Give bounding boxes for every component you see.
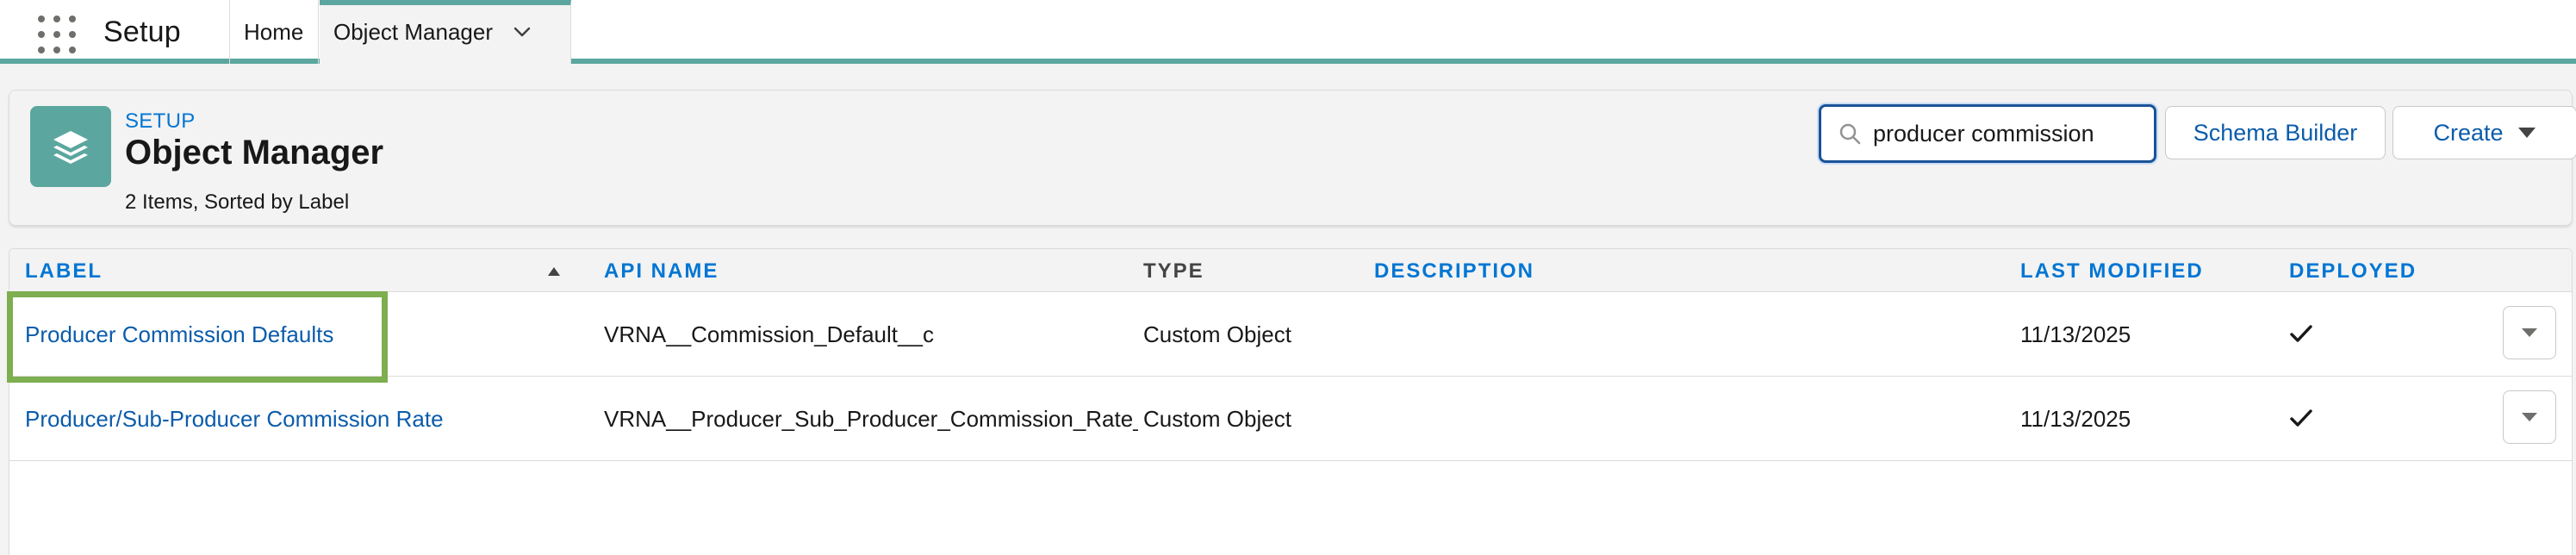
last-modified-cell: 11/13/2025 bbox=[2020, 321, 2131, 347]
table-header: LABEL API NAME TYPE DESCRIPTION LAST MOD… bbox=[9, 249, 2572, 292]
column-header-last-modified[interactable]: LAST MODIFIED bbox=[2020, 259, 2204, 284]
checkmark-icon bbox=[2290, 409, 2312, 427]
object-list-table: LABEL API NAME TYPE DESCRIPTION LAST MOD… bbox=[9, 248, 2573, 555]
type-cell: Custom Object bbox=[1143, 321, 1291, 347]
api-name-cell: VRNA__Producer_Sub_Producer_Commission_R… bbox=[604, 406, 1138, 432]
schema-builder-button[interactable]: Schema Builder bbox=[2165, 106, 2386, 159]
api-name-cell: VRNA__Commission_Default__c bbox=[604, 321, 934, 347]
caret-down-icon bbox=[2522, 413, 2537, 421]
table-row: Producer Commission Defaults VRNA__Commi… bbox=[9, 292, 2572, 377]
app-name: Setup bbox=[103, 16, 181, 48]
column-header-deployed[interactable]: DEPLOYED bbox=[2289, 259, 2417, 284]
column-header-api-name[interactable]: API NAME bbox=[604, 259, 719, 284]
column-header-type[interactable]: TYPE bbox=[1143, 259, 1204, 284]
search-icon bbox=[1839, 123, 1861, 145]
quick-find-search[interactable] bbox=[1819, 104, 2156, 163]
global-nav-bar: Setup Home Object Manager bbox=[0, 0, 2576, 64]
last-modified-cell: 11/13/2025 bbox=[2020, 406, 2131, 432]
table-row: Producer/Sub-Producer Commission Rate VR… bbox=[9, 377, 2572, 461]
caret-down-icon bbox=[2517, 128, 2536, 138]
schema-builder-label: Schema Builder bbox=[2193, 119, 2358, 146]
page-header: SETUP Object Manager 2 Items, Sorted by … bbox=[9, 90, 2576, 226]
app-launcher-icon[interactable] bbox=[38, 16, 76, 53]
layers-icon bbox=[30, 106, 111, 187]
tab-object-manager[interactable]: Object Manager bbox=[320, 0, 571, 64]
page-title: Object Manager bbox=[125, 134, 384, 171]
breadcrumb[interactable]: SETUP bbox=[125, 109, 196, 134]
tab-object-manager-label: Object Manager bbox=[333, 18, 493, 45]
tab-home[interactable]: Home bbox=[229, 0, 319, 64]
object-label-link[interactable]: Producer/Sub-Producer Commission Rate bbox=[25, 406, 444, 433]
chevron-down-icon[interactable] bbox=[512, 22, 532, 42]
tab-home-label: Home bbox=[244, 18, 304, 45]
column-header-description[interactable]: DESCRIPTION bbox=[1374, 259, 1534, 284]
type-cell: Custom Object bbox=[1143, 406, 1291, 432]
sort-ascending-icon[interactable] bbox=[547, 266, 561, 277]
object-label-link[interactable]: Producer Commission Defaults bbox=[25, 321, 333, 348]
caret-down-icon bbox=[2522, 328, 2537, 337]
row-actions-button[interactable] bbox=[2503, 390, 2556, 444]
search-input[interactable] bbox=[1873, 120, 2149, 147]
item-count-summary: 2 Items, Sorted by Label bbox=[125, 190, 350, 214]
checkmark-icon bbox=[2290, 325, 2312, 342]
row-actions-button[interactable] bbox=[2503, 306, 2556, 359]
create-label: Create bbox=[2433, 119, 2504, 146]
column-header-label[interactable]: LABEL bbox=[25, 259, 103, 284]
create-button[interactable]: Create bbox=[2392, 106, 2576, 159]
